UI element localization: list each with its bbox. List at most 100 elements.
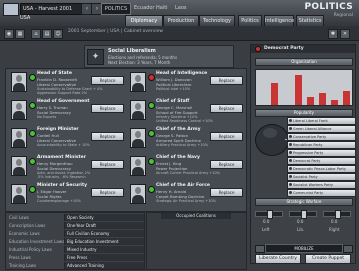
replace-button[interactable]: Replace [91, 160, 124, 169]
party-item[interactable]: Socialist Workers Party [287, 181, 356, 189]
party-item[interactable]: Communist Party [287, 189, 356, 197]
minister-role: Head of Government [37, 99, 90, 104]
strategy-slider-center[interactable] [289, 210, 317, 219]
status-indicator [148, 158, 155, 165]
strategy-slider-right[interactable] [323, 210, 351, 219]
strategy-slider-left[interactable] [255, 210, 283, 219]
status-indicator [29, 74, 36, 81]
law-row[interactable]: Training Laws Advanced Training [7, 262, 144, 269]
slider-knob[interactable] [267, 210, 273, 219]
status-indicator [29, 102, 36, 109]
party-item[interactable]: Socialist Party [287, 173, 356, 181]
politics-menu-button[interactable]: POLITICS [101, 3, 131, 15]
replace-button[interactable]: Replace [91, 188, 124, 197]
law-value[interactable]: Full Civilian Economy [64, 230, 144, 237]
coalition-panel: Occupied Coalitions [146, 212, 247, 270]
ideology-icon: ✦ [87, 49, 104, 65]
replace-button[interactable]: Replace [210, 104, 243, 113]
replace-button[interactable]: Replace [91, 132, 124, 141]
law-row[interactable]: Industrial Policy Laws Mixed Industry [7, 246, 144, 253]
law-row[interactable]: Economic Laws Full Civilian Economy [7, 230, 144, 237]
law-row[interactable]: Education Investment Laws Big Education I… [7, 238, 144, 245]
replace-button[interactable]: Replace [91, 104, 124, 113]
party-name: Republican Party [293, 143, 323, 147]
create-puppet-button[interactable]: Create Puppet [305, 254, 351, 264]
popularity-pie [255, 124, 289, 156]
party-name: Democratic Peace-Labor Party [293, 167, 346, 171]
minister-trait: No Exports [37, 115, 57, 119]
minister-portrait [11, 72, 27, 92]
party-item[interactable]: Liberal Liberal Front [287, 117, 356, 125]
cabinet-card-chief-of-navy: Chief of the Navy Ernest J. King Power P… [127, 155, 245, 182]
chart-icon[interactable]: ▤ [42, 29, 52, 39]
law-row[interactable]: Civil Laws Open Society [7, 214, 144, 221]
slider-knob[interactable] [335, 210, 341, 219]
law-value[interactable]: Free Press [64, 254, 144, 261]
minister-role: Chief of the Air Force [156, 183, 210, 188]
replace-button[interactable]: Replace [210, 160, 243, 169]
law-value[interactable]: Big Education Investment [64, 238, 144, 245]
law-value[interactable]: Open Society [64, 214, 144, 221]
ideology-title: Social Liberalism [108, 48, 156, 54]
ideology-notice: ✦ Social Liberalism Elections and refere… [84, 45, 234, 68]
law-name: Conscription Laws [9, 223, 46, 228]
party-item[interactable]: Democrat Party [287, 157, 356, 165]
status-indicator [29, 158, 36, 165]
popularity-header: Popularity [255, 109, 353, 117]
cabinet-card-foreign-minister: Foreign Minister Cordell Hull Liberal Co… [8, 127, 126, 154]
minister-role: Chief of the Navy [156, 155, 200, 160]
replace-button[interactable]: Replace [210, 188, 243, 197]
law-name: Press Laws [9, 255, 31, 260]
replace-button[interactable]: Replace [210, 76, 243, 85]
party-name: Democrat Party [293, 159, 321, 163]
nation-selector[interactable]: USA - Harvest 2001 [20, 3, 82, 15]
liberate-country-button[interactable]: Liberate Country [255, 254, 301, 264]
status-prev-button[interactable] [255, 245, 265, 253]
party-name: Socialist Party [293, 175, 318, 179]
quick-link-1[interactable]: Ecuador [134, 3, 154, 13]
minister-portrait [11, 184, 27, 204]
party-color-icon [255, 46, 261, 52]
status-next-button[interactable] [343, 245, 353, 253]
law-row[interactable]: Press Laws Free Press [7, 254, 144, 261]
replace-button[interactable]: Replace [91, 76, 124, 85]
home-icon[interactable]: ⌂ [31, 29, 41, 39]
party-name: Progressive Party [293, 151, 324, 155]
party-item[interactable]: Republican Party [287, 141, 356, 149]
party-item[interactable]: Conservative Party [287, 133, 356, 141]
quick-link-2[interactable]: Haiti [156, 3, 168, 13]
minister-trait: Strategic Air Practical Army +10% [156, 199, 216, 203]
people-icon[interactable]: ☺ [53, 29, 63, 39]
strategic-warfare-header: Strategic Warfare [255, 198, 353, 206]
minister-portrait [130, 100, 146, 120]
law-value[interactable]: Advanced Training [64, 262, 144, 269]
party-item[interactable]: Progressive Party [287, 149, 356, 157]
law-value[interactable]: One-Year Draft [64, 222, 144, 229]
law-value[interactable]: Mixed Industry [64, 246, 144, 253]
slider-value: 0.0 [297, 219, 304, 224]
minister-trait: Artillery Practical Army +10% [156, 143, 209, 147]
minister-role: Foreign Minister [37, 127, 79, 132]
slider-value: 0.0 [263, 219, 270, 224]
app-window: USA - Harvest 2001 USA ‹ › POLITICS Ecua… [0, 0, 359, 271]
grid-icon[interactable]: ▦ [15, 29, 25, 39]
minister-portrait [11, 156, 27, 176]
replace-button[interactable]: Replace [210, 132, 243, 141]
cabinet-card-chief-of-air-force: Chief of the Air Force Henry H. Arnold C… [127, 183, 245, 210]
status-indicator [148, 186, 155, 193]
law-row[interactable]: Conscription Laws One-Year Draft [7, 222, 144, 229]
quick-link-3[interactable]: Laos [175, 3, 187, 13]
map-icon[interactable]: ◉ [4, 29, 14, 39]
slider-knob[interactable] [301, 210, 307, 219]
minister-portrait [130, 72, 146, 92]
minister-trait: Aircraft Carrier Practical Army +10% [156, 171, 221, 175]
party-item[interactable]: Green Liberal Alliance [287, 125, 356, 133]
slider-value: 0.0 [331, 219, 338, 224]
close-icon[interactable]: ✕ [340, 29, 350, 39]
minister-trait-2: -5% Industry, -6% Research [37, 175, 86, 179]
minister-role: Head of State [37, 71, 72, 76]
settings-icon[interactable]: ✱ [328, 29, 338, 39]
mobilization-status: MOBILIZE [265, 244, 343, 253]
minister-trait: Counterespionage +10% [37, 199, 81, 203]
party-item[interactable]: Democratic Peace-Labor Party [287, 165, 356, 173]
